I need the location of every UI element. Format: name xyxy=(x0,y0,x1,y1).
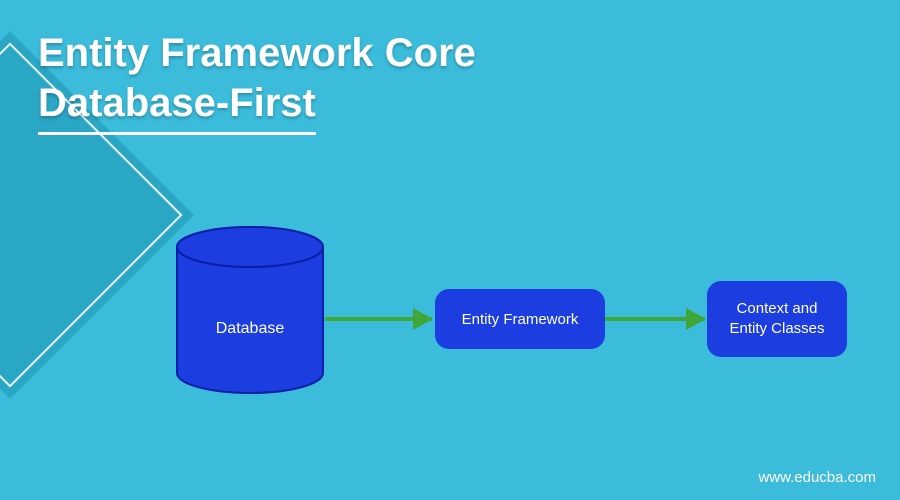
database-label: Database xyxy=(175,320,325,338)
title-line-1: Entity Framework Core xyxy=(38,28,476,78)
title-line-2: Database-First xyxy=(38,78,476,135)
title-line-2-text: Database-First xyxy=(38,78,316,135)
classes-label: Context and Entity Classes xyxy=(729,299,824,340)
database-node: Database xyxy=(175,225,325,395)
flow-diagram: Database Entity Framework Context and En… xyxy=(175,225,855,415)
footer-url: www.educba.com xyxy=(758,469,876,486)
arrow-db-to-framework xyxy=(325,317,432,321)
arrow-framework-to-classes xyxy=(605,317,705,321)
page-title: Entity Framework Core Database-First xyxy=(38,28,476,135)
framework-node: Entity Framework xyxy=(435,289,605,349)
classes-node: Context and Entity Classes xyxy=(707,281,847,357)
framework-label: Entity Framework xyxy=(462,311,579,328)
database-icon xyxy=(175,225,325,395)
